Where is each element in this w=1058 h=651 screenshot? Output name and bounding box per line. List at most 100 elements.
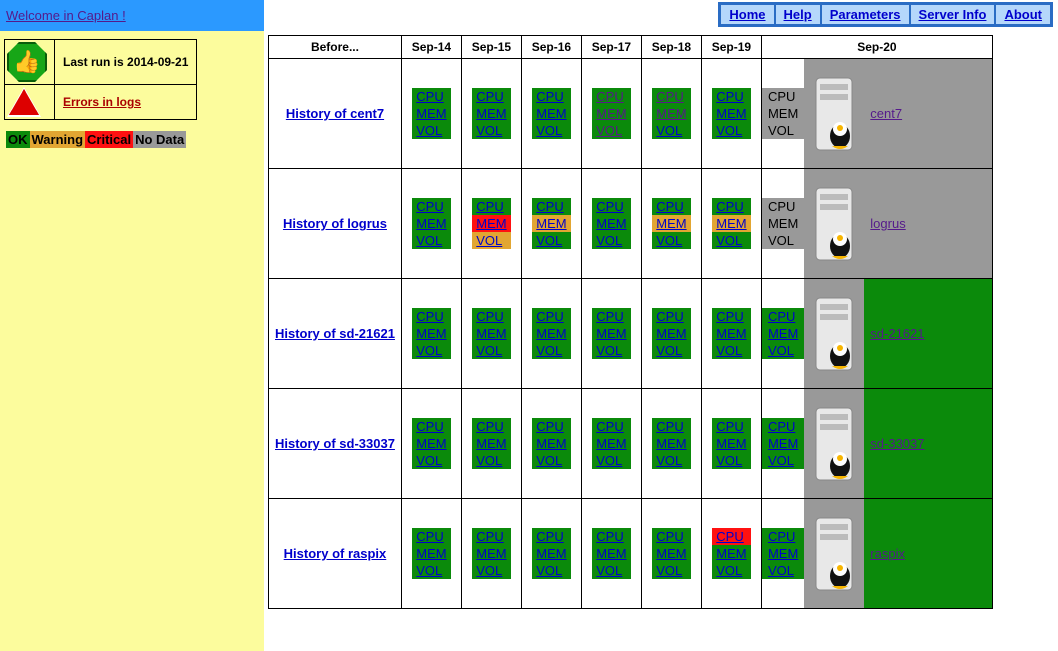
cpu-link[interactable]: CPU bbox=[652, 308, 690, 325]
host-link-logrus[interactable]: logrus bbox=[870, 216, 905, 231]
mem-link[interactable]: MEM bbox=[532, 215, 570, 232]
cpu-link[interactable]: CPU bbox=[412, 198, 450, 215]
mem-link[interactable]: MEM bbox=[472, 105, 510, 122]
nav-about[interactable]: About bbox=[995, 4, 1051, 25]
mem-link[interactable]: MEM bbox=[712, 105, 750, 122]
vol-link[interactable]: VOL bbox=[472, 562, 510, 579]
mem-link[interactable]: MEM bbox=[472, 435, 510, 452]
mem-link[interactable]: MEM bbox=[532, 105, 570, 122]
mem-link[interactable]: MEM bbox=[764, 325, 802, 342]
vol-link[interactable]: VOL bbox=[412, 122, 450, 139]
vol-link[interactable]: VOL bbox=[652, 562, 690, 579]
cpu-link[interactable]: CPU bbox=[712, 528, 750, 545]
cpu-link[interactable]: CPU bbox=[532, 88, 570, 105]
mem-link[interactable]: MEM bbox=[532, 325, 570, 342]
mem-link[interactable]: MEM bbox=[652, 435, 690, 452]
nav-help[interactable]: Help bbox=[775, 4, 821, 25]
vol-link[interactable]: VOL bbox=[712, 122, 750, 139]
history-link-logrus[interactable]: History of logrus bbox=[283, 216, 387, 231]
cpu-link[interactable]: CPU bbox=[472, 198, 510, 215]
vol-link[interactable]: VOL bbox=[532, 232, 570, 249]
vol-link[interactable]: VOL bbox=[412, 232, 450, 249]
mem-link[interactable]: MEM bbox=[412, 215, 450, 232]
mem-link[interactable]: MEM bbox=[652, 545, 690, 562]
cpu-link[interactable]: CPU bbox=[532, 308, 570, 325]
history-link-cent7[interactable]: History of cent7 bbox=[286, 106, 384, 121]
vol-link[interactable]: VOL bbox=[652, 232, 690, 249]
welcome-link[interactable]: Welcome in Caplan ! bbox=[6, 8, 126, 23]
cpu-link[interactable]: CPU bbox=[712, 198, 750, 215]
cpu-link[interactable]: CPU bbox=[412, 528, 450, 545]
vol-link[interactable]: VOL bbox=[592, 232, 630, 249]
nav-server-info[interactable]: Server Info bbox=[910, 4, 996, 25]
vol-link[interactable]: VOL bbox=[532, 452, 570, 469]
mem-link[interactable]: MEM bbox=[472, 215, 510, 232]
cpu-link[interactable]: CPU bbox=[652, 528, 690, 545]
cpu-link[interactable]: CPU bbox=[652, 418, 690, 435]
vol-link[interactable]: VOL bbox=[412, 342, 450, 359]
mem-link[interactable]: MEM bbox=[712, 435, 750, 452]
vol-link[interactable]: VOL bbox=[592, 342, 630, 359]
cpu-link[interactable]: CPU bbox=[592, 88, 630, 105]
cpu-link[interactable]: CPU bbox=[412, 418, 450, 435]
vol-link[interactable]: VOL bbox=[652, 452, 690, 469]
mem-link[interactable]: MEM bbox=[652, 215, 690, 232]
mem-link[interactable]: MEM bbox=[412, 105, 450, 122]
history-link-sd33037[interactable]: History of sd-33037 bbox=[275, 436, 395, 451]
mem-link[interactable]: MEM bbox=[412, 325, 450, 342]
mem-link[interactable]: MEM bbox=[592, 435, 630, 452]
host-link-sd21621[interactable]: sd-21621 bbox=[870, 326, 924, 341]
vol-link[interactable]: VOL bbox=[472, 342, 510, 359]
vol-link[interactable]: VOL bbox=[652, 342, 690, 359]
cpu-link[interactable]: CPU bbox=[472, 418, 510, 435]
vol-link[interactable]: VOL bbox=[472, 122, 510, 139]
history-link-raspix[interactable]: History of raspix bbox=[284, 546, 387, 561]
vol-link[interactable]: VOL bbox=[592, 452, 630, 469]
cpu-link[interactable]: CPU bbox=[472, 88, 510, 105]
vol-link[interactable]: VOL bbox=[472, 232, 510, 249]
cpu-link[interactable]: CPU bbox=[532, 418, 570, 435]
mem-link[interactable]: MEM bbox=[472, 545, 510, 562]
vol-link[interactable]: VOL bbox=[764, 342, 802, 359]
errors-in-logs-link[interactable]: Errors in logs bbox=[63, 95, 141, 109]
cpu-link[interactable]: CPU bbox=[652, 88, 690, 105]
mem-link[interactable]: MEM bbox=[592, 105, 630, 122]
nav-home[interactable]: Home bbox=[720, 4, 774, 25]
cpu-link[interactable]: CPU bbox=[712, 418, 750, 435]
host-link-cent7[interactable]: cent7 bbox=[870, 106, 902, 121]
vol-link[interactable]: VOL bbox=[712, 452, 750, 469]
mem-link[interactable]: MEM bbox=[764, 545, 802, 562]
mem-link[interactable]: MEM bbox=[592, 545, 630, 562]
mem-link[interactable]: MEM bbox=[764, 435, 802, 452]
mem-link[interactable]: MEM bbox=[532, 435, 570, 452]
cpu-link[interactable]: CPU bbox=[592, 418, 630, 435]
cpu-link[interactable]: CPU bbox=[652, 198, 690, 215]
mem-link[interactable]: MEM bbox=[412, 435, 450, 452]
cpu-link[interactable]: CPU bbox=[712, 308, 750, 325]
cpu-link[interactable]: CPU bbox=[592, 308, 630, 325]
mem-link[interactable]: MEM bbox=[712, 215, 750, 232]
vol-link[interactable]: VOL bbox=[712, 562, 750, 579]
vol-link[interactable]: VOL bbox=[472, 452, 510, 469]
mem-link[interactable]: MEM bbox=[592, 325, 630, 342]
cpu-link[interactable]: CPU bbox=[592, 198, 630, 215]
vol-link[interactable]: VOL bbox=[592, 122, 630, 139]
vol-link[interactable]: VOL bbox=[532, 562, 570, 579]
cpu-link[interactable]: CPU bbox=[764, 308, 802, 325]
vol-link[interactable]: VOL bbox=[764, 562, 802, 579]
mem-link[interactable]: MEM bbox=[412, 545, 450, 562]
cpu-link[interactable]: CPU bbox=[532, 198, 570, 215]
cpu-link[interactable]: CPU bbox=[472, 528, 510, 545]
mem-link[interactable]: MEM bbox=[712, 545, 750, 562]
host-link-sd33037[interactable]: sd-33037 bbox=[870, 436, 924, 451]
history-link-sd21621[interactable]: History of sd-21621 bbox=[275, 326, 395, 341]
vol-link[interactable]: VOL bbox=[412, 452, 450, 469]
cpu-link[interactable]: CPU bbox=[472, 308, 510, 325]
cpu-link[interactable]: CPU bbox=[712, 88, 750, 105]
cpu-link[interactable]: CPU bbox=[592, 528, 630, 545]
vol-link[interactable]: VOL bbox=[712, 232, 750, 249]
cpu-link[interactable]: CPU bbox=[764, 418, 802, 435]
vol-link[interactable]: VOL bbox=[532, 122, 570, 139]
mem-link[interactable]: MEM bbox=[712, 325, 750, 342]
vol-link[interactable]: VOL bbox=[412, 562, 450, 579]
